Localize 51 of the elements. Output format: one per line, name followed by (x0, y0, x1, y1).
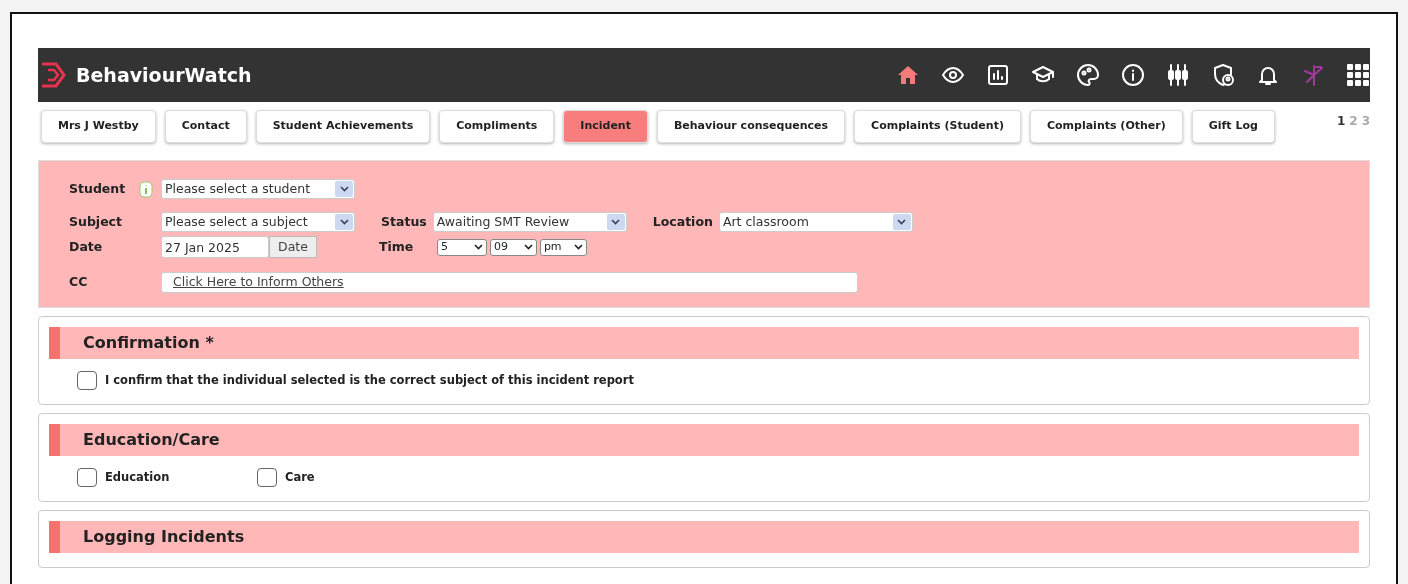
tab[interactable]: Contact (164, 110, 247, 143)
checkbox-label: I confirm that the individual selected is the correct subject of this incident report (105, 371, 634, 389)
section-header: Education/Care (49, 424, 1359, 456)
checkbox-label: Education (105, 468, 170, 486)
date-field[interactable]: 27 Jan 2025 (161, 236, 269, 258)
checkbox[interactable] (77, 371, 97, 390)
app-title: BehaviourWatch (76, 62, 252, 88)
caret-icon[interactable] (335, 181, 353, 197)
student-select[interactable]: Please select a student (161, 179, 355, 199)
status-select[interactable]: Awaiting SMT Review (432, 212, 627, 232)
caret-icon[interactable] (573, 244, 583, 250)
location-select[interactable]: Art classroom (718, 212, 913, 232)
inform-others-link[interactable]: Click Here to Inform Others (173, 273, 344, 292)
checkbox[interactable] (257, 468, 277, 487)
chart-icon[interactable] (986, 63, 1010, 87)
checkbox[interactable] (77, 468, 97, 487)
tab[interactable]: Gift Log (1191, 110, 1275, 143)
shield-person-icon[interactable] (1211, 63, 1235, 87)
palette-icon[interactable] (1076, 63, 1100, 87)
caret-icon[interactable] (523, 244, 533, 250)
field-label: Student (69, 179, 127, 198)
section-header: Confirmation * (49, 327, 1359, 359)
minute-select[interactable]: 09 (489, 238, 537, 256)
section-header: Logging Incidents (49, 521, 1359, 553)
field-label: Status (381, 212, 427, 231)
home-icon[interactable] (896, 63, 920, 87)
tab[interactable]: Mrs J Westby (41, 110, 156, 143)
caret-icon[interactable] (473, 244, 483, 250)
caret-icon[interactable] (335, 214, 353, 230)
ampm-select[interactable]: pm (539, 238, 587, 256)
field-label: Subject (69, 212, 123, 231)
field-label: Location (652, 212, 713, 231)
tab[interactable]: Incident (563, 110, 648, 143)
subject-select[interactable]: Please select a subject (161, 212, 355, 232)
cc-field[interactable]: Click Here to Inform Others (161, 272, 858, 293)
field-label: Date (69, 237, 104, 256)
caret-icon[interactable] (892, 214, 911, 230)
apps-grid-icon[interactable] (1346, 63, 1370, 87)
sliders-icon[interactable] (1166, 63, 1190, 87)
field-label: CC (69, 273, 89, 292)
hour-select[interactable]: 5 (436, 238, 487, 256)
tab[interactable]: Complaints (Other) (1029, 110, 1183, 143)
tab[interactable]: Student Achievements (255, 110, 431, 143)
checkbox-label: Care (285, 468, 315, 486)
field-label: Time (378, 237, 415, 256)
tab[interactable]: Compliments (439, 110, 555, 143)
caret-icon[interactable] (606, 214, 625, 230)
tab[interactable]: Complaints (Student) (854, 110, 1021, 143)
tab[interactable]: Behaviour consequences (656, 110, 846, 143)
page-link[interactable]: 1 (1336, 112, 1346, 130)
date-button[interactable]: Date (269, 236, 317, 258)
